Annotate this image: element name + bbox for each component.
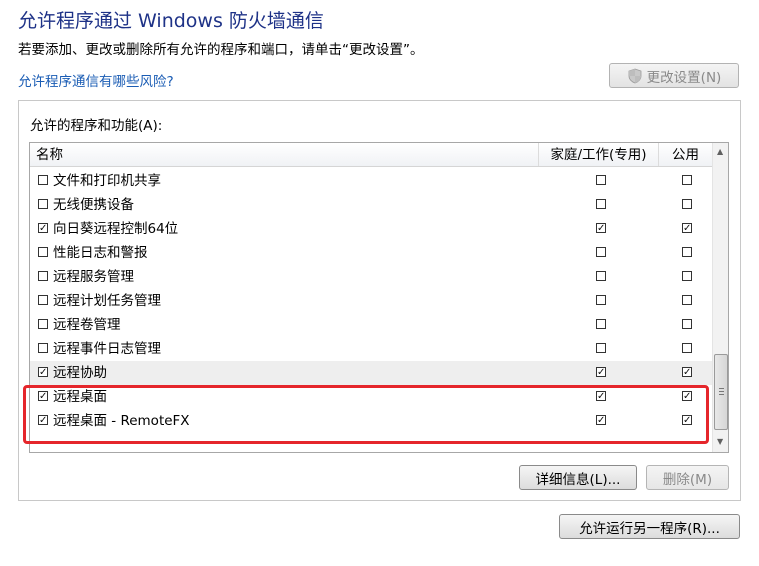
list-item[interactable]: 远程服务管理: [30, 265, 712, 289]
list-item[interactable]: ✓ 远程协助 ✓ ✓: [30, 361, 712, 385]
list-item[interactable]: 无线便携设备: [30, 193, 712, 217]
public-checkbox[interactable]: [682, 175, 692, 185]
home-work-checkbox[interactable]: [596, 175, 606, 185]
public-checkbox[interactable]: [682, 319, 692, 329]
column-header-public[interactable]: 公用: [659, 143, 712, 166]
delete-button[interactable]: 删除(M): [646, 465, 729, 490]
home-work-checkbox[interactable]: ✓: [596, 367, 606, 378]
home-work-checkbox[interactable]: ✓: [596, 223, 606, 234]
public-checkbox[interactable]: [682, 199, 692, 209]
enabled-checkbox[interactable]: [38, 295, 48, 305]
enabled-checkbox[interactable]: [38, 175, 48, 185]
enabled-checkbox[interactable]: ✓: [38, 223, 48, 234]
risk-info-link[interactable]: 允许程序通信有哪些风险?: [18, 70, 174, 90]
details-button[interactable]: 详细信息(L)...: [519, 465, 637, 490]
scroll-down-arrow-icon[interactable]: ▼: [717, 437, 723, 446]
instructions-text: 若要添加、更改或删除所有允许的程序和端口，请单击“更改设置”。: [18, 42, 424, 58]
enabled-checkbox[interactable]: ✓: [38, 367, 48, 378]
program-name: 远程服务管理: [53, 269, 134, 285]
uac-shield-icon: [628, 68, 642, 83]
list-header: 名称 家庭/工作(专用) 公用: [30, 143, 712, 167]
column-header-name[interactable]: 名称: [30, 143, 539, 166]
enabled-checkbox[interactable]: [38, 247, 48, 257]
program-name: 性能日志和警报: [53, 245, 148, 261]
public-checkbox[interactable]: [682, 343, 692, 353]
list-item[interactable]: 远程计划任务管理: [30, 289, 712, 313]
program-name: 远程事件日志管理: [53, 341, 161, 357]
list-item[interactable]: 性能日志和警报: [30, 241, 712, 265]
public-checkbox[interactable]: ✓: [682, 367, 692, 378]
scrollbar-thumb[interactable]: [714, 354, 728, 430]
change-settings-label: 更改设置(N): [646, 69, 722, 86]
program-name: 远程计划任务管理: [53, 293, 161, 309]
home-work-checkbox[interactable]: [596, 295, 606, 305]
enabled-checkbox[interactable]: [38, 319, 48, 329]
scroll-up-arrow-icon[interactable]: ▲: [717, 147, 723, 156]
home-work-checkbox[interactable]: [596, 343, 606, 353]
public-checkbox[interactable]: ✓: [682, 223, 692, 234]
list-item[interactable]: 远程事件日志管理: [30, 337, 712, 361]
home-work-checkbox[interactable]: [596, 247, 606, 257]
public-checkbox[interactable]: [682, 271, 692, 281]
enabled-checkbox[interactable]: [38, 199, 48, 209]
allowed-programs-label: 允许的程序和功能(A):: [30, 118, 163, 134]
change-settings-button[interactable]: 更改设置(N): [609, 63, 739, 88]
program-name: 远程卷管理: [53, 317, 121, 333]
allow-another-program-button[interactable]: 允许运行另一程序(R)...: [559, 514, 740, 539]
list-item[interactable]: ✓ 向日葵远程控制64位 ✓ ✓: [30, 217, 712, 241]
home-work-checkbox[interactable]: [596, 199, 606, 209]
program-name: 向日葵远程控制64位: [53, 221, 179, 237]
program-name: 文件和打印机共享: [53, 173, 161, 189]
annotation-highlight-box: [23, 385, 709, 444]
page-title: 允许程序通过 Windows 防火墙通信: [18, 10, 324, 32]
list-item[interactable]: 文件和打印机共享: [30, 169, 712, 193]
public-checkbox[interactable]: [682, 247, 692, 257]
list-item[interactable]: 远程卷管理: [30, 313, 712, 337]
public-checkbox[interactable]: [682, 295, 692, 305]
home-work-checkbox[interactable]: [596, 271, 606, 281]
column-header-home-work[interactable]: 家庭/工作(专用): [539, 143, 659, 166]
list-scrollbar[interactable]: ▲ ▼: [712, 143, 728, 452]
home-work-checkbox[interactable]: [596, 319, 606, 329]
enabled-checkbox[interactable]: [38, 343, 48, 353]
program-name: 无线便携设备: [53, 197, 134, 213]
enabled-checkbox[interactable]: [38, 271, 48, 281]
program-name: 远程协助: [53, 365, 107, 381]
